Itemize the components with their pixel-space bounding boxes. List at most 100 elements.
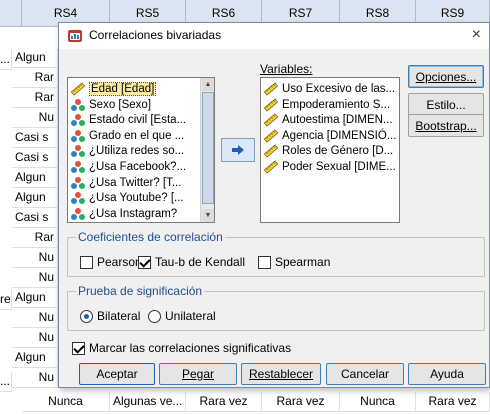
scroll-thumb[interactable]	[202, 92, 214, 204]
table-cell[interactable]: Algun	[12, 348, 58, 368]
table-cell[interactable]: Rara vez	[186, 392, 262, 412]
cancel-button-label: Cancelar	[340, 367, 390, 381]
list-item-label: Estado civil [Esta...	[89, 114, 187, 127]
style-button[interactable]: Estilo...	[408, 93, 484, 116]
table-cell[interactable]: Nu	[12, 248, 58, 268]
move-to-variables-button[interactable]	[221, 138, 255, 162]
nominal-icon	[70, 176, 86, 190]
arrow-right-icon	[232, 145, 244, 155]
table-cell[interactable]: Rara vez	[416, 392, 490, 412]
cancel-button[interactable]: Cancelar	[326, 363, 404, 385]
bilateral-radio-button[interactable]	[80, 309, 93, 323]
kendall-label: Tau-b de Kendall	[155, 255, 246, 269]
bilateral-radio[interactable]: Bilateral	[80, 309, 140, 323]
list-item-label: Autoestima [DIMEN...	[282, 114, 393, 127]
list-item[interactable]: Estado civil [Esta...	[70, 112, 186, 128]
bivariate-correlations-dialog: Correlaciones bivariadas × Edad [Edad] Se…	[58, 22, 490, 388]
list-item[interactable]: Grado en el que ...	[70, 128, 184, 144]
spss-app-icon	[68, 30, 82, 42]
list-item[interactable]: ¿Usa Facebook?...	[70, 159, 186, 175]
bootstrap-button[interactable]: Bootstrap...	[408, 114, 484, 137]
source-list-scrollbar[interactable]: ▲ ▼	[200, 78, 214, 222]
list-item-label: ¿Usa Instagram?	[89, 207, 178, 220]
table-cell[interactable]: Nu	[12, 328, 58, 348]
pearson-checkbox[interactable]: Pearson	[80, 255, 142, 269]
table-cell[interactable]: Nu	[12, 308, 58, 328]
unilateral-label: Unilateral	[165, 309, 216, 323]
list-item[interactable]: Agencia [DIMENSIÓ...	[263, 128, 396, 144]
paste-button[interactable]: Pegar	[159, 363, 237, 385]
pearson-label: Pearson	[97, 255, 142, 269]
significance-legend: Prueba de significación	[76, 284, 205, 298]
scroll-down-icon[interactable]: ▼	[202, 209, 214, 222]
cell-fragment: re	[0, 290, 12, 310]
nominal-icon	[70, 129, 86, 143]
help-button-label: Ayuda	[430, 367, 464, 381]
table-cell[interactable]: Casi s	[12, 128, 58, 148]
table-cell[interactable]: Algun	[12, 48, 58, 68]
kendall-checkbox[interactable]: Tau-b de Kendall	[138, 255, 245, 269]
nominal-icon	[70, 113, 86, 127]
table-cell[interactable]: Nunca	[340, 392, 416, 412]
list-item[interactable]: Empoderamiento S...	[263, 97, 390, 113]
list-item-label: Edad [Edad]	[89, 82, 157, 96]
table-cell[interactable]: Nu	[12, 368, 58, 388]
table-cell[interactable]: Rar	[12, 68, 58, 88]
list-item-label: Grado en el que ...	[89, 129, 185, 142]
flag-significant-checkbox[interactable]: Marcar las correlaciones significativas	[72, 341, 291, 355]
bilateral-label: Bilateral	[97, 309, 141, 323]
list-item[interactable]: Edad [Edad]	[70, 81, 157, 97]
scale-ruler-icon	[263, 113, 279, 127]
nominal-icon	[70, 207, 86, 221]
dialog-titlebar: Correlaciones bivariadas ×	[59, 23, 489, 49]
list-item[interactable]: ¿Usa Twitter? [T...	[70, 175, 181, 191]
cell-fragment: ...	[0, 372, 12, 392]
cell-fragment: ...	[0, 50, 12, 70]
table-cell[interactable]: Rar	[12, 228, 58, 248]
unilateral-radio-button[interactable]	[148, 309, 161, 323]
scroll-up-icon[interactable]: ▲	[202, 78, 214, 91]
kendall-checkbox-box[interactable]	[138, 255, 151, 269]
table-cell[interactable]: Algun	[12, 288, 58, 308]
list-item[interactable]: ¿Utiliza redes so...	[70, 143, 184, 159]
reset-button[interactable]: Restablecer	[241, 363, 321, 385]
list-item[interactable]: ¿Usa Youtube? [...	[70, 190, 184, 206]
flag-significant-checkbox-box[interactable]	[72, 341, 85, 355]
list-item-label: Empoderamiento S...	[282, 98, 391, 111]
table-cell[interactable]: Algun	[12, 188, 58, 208]
list-item[interactable]: ¿Usa Instagram?	[70, 206, 177, 222]
reset-button-label: Restablecer	[248, 367, 314, 381]
table-cell[interactable]: Algun	[12, 168, 58, 188]
list-item[interactable]: Autoestima [DIMEN...	[263, 112, 393, 128]
dialog-title: Correlaciones bivariadas	[89, 28, 222, 42]
target-variables-list[interactable]: Uso Excesivo de las... Empoderamiento S..…	[260, 77, 400, 223]
list-item-label: ¿Usa Youtube? [...	[89, 192, 184, 205]
options-button[interactable]: Opciones...	[408, 65, 484, 88]
list-item[interactable]: Uso Excesivo de las...	[263, 81, 395, 97]
nominal-icon	[70, 144, 86, 158]
table-cell[interactable]: Casi s	[12, 208, 58, 228]
list-item[interactable]: Poder Sexual [DIME...	[263, 159, 396, 175]
pearson-checkbox-box[interactable]	[80, 255, 93, 269]
nominal-icon	[70, 98, 86, 112]
row-header-corner	[0, 0, 22, 27]
list-item[interactable]: Roles de Género [D...	[263, 143, 393, 159]
table-cell[interactable]: Nu	[12, 108, 58, 128]
close-icon[interactable]: ×	[472, 26, 481, 44]
table-cell[interactable]: Casi s	[12, 148, 58, 168]
table-cell[interactable]: Nu	[12, 268, 58, 288]
table-cell[interactable]: Rara vez	[262, 392, 340, 412]
help-button[interactable]: Ayuda	[408, 363, 486, 385]
spearman-checkbox-box[interactable]	[258, 255, 271, 269]
unilateral-radio[interactable]: Unilateral	[148, 309, 216, 323]
list-item[interactable]: Sexo [Sexo]	[70, 97, 151, 113]
accept-button[interactable]: Aceptar	[79, 363, 155, 385]
flag-significant-label: Marcar las correlaciones significativas	[89, 341, 292, 355]
spearman-checkbox[interactable]: Spearman	[258, 255, 330, 269]
source-variables-list[interactable]: Edad [Edad] Sexo [Sexo] Estado civil [Esta…	[67, 77, 215, 223]
table-cell[interactable]: Rar	[12, 88, 58, 108]
scale-ruler-icon	[263, 160, 279, 174]
list-item-label: Uso Excesivo de las...	[282, 83, 396, 95]
table-cell[interactable]: Algunas ve...	[110, 392, 186, 412]
table-cell[interactable]: Nunca	[22, 392, 110, 412]
